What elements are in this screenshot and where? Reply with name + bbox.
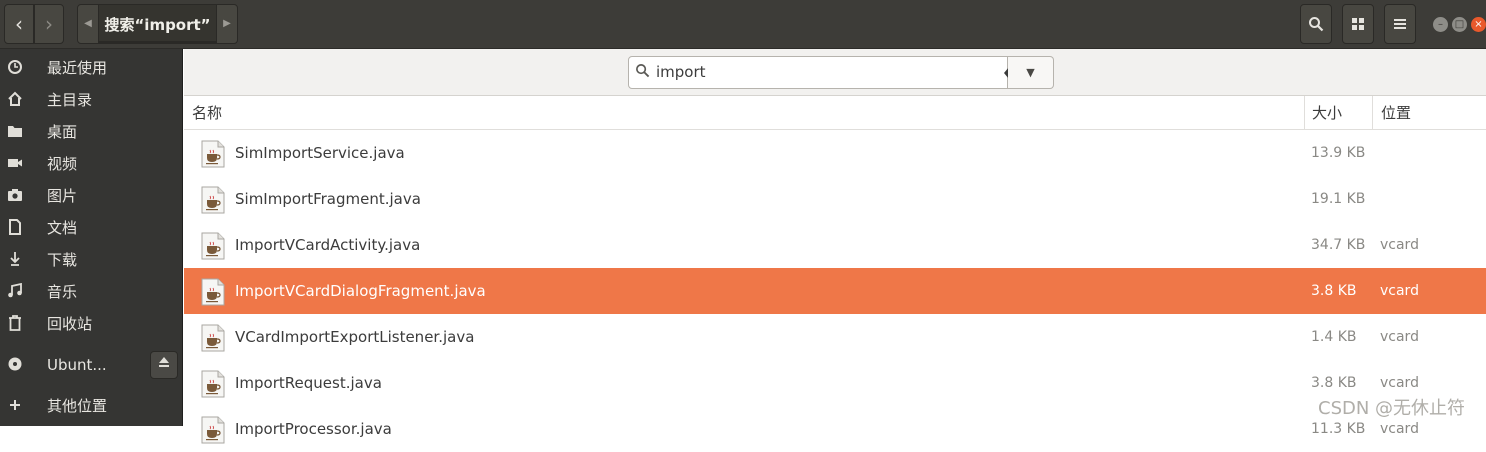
file-name: VCardImportExportListener.java: [235, 328, 475, 346]
file-size: 13.9 KB: [1311, 145, 1366, 161]
sidebar-item-label: 文档: [47, 219, 78, 237]
header-bar: ‹ › ◀ 搜索“import” ▶ – □ ×: [0, 0, 1486, 49]
sidebar-item-label: 其他位置: [47, 397, 108, 415]
sidebar-item-other-locations[interactable]: 其他位置: [0, 390, 183, 422]
sidebar-item-label: 主目录: [47, 91, 93, 109]
java-file-icon: [201, 324, 225, 352]
chevron-right-icon: ›: [45, 12, 53, 36]
file-row[interactable]: ImportVCardDialogFragment.java 3.8 KB vcar…: [184, 268, 1486, 314]
home-icon: [6, 91, 24, 109]
sidebar-item-label: 最近使用: [47, 59, 108, 77]
triangle-right-icon: ▶: [223, 18, 231, 29]
triangle-left-icon: ◀: [84, 18, 92, 29]
download-icon: [6, 251, 24, 269]
search-input[interactable]: import: [628, 56, 1021, 89]
path-scroll-right-button[interactable]: ▶: [216, 4, 238, 44]
java-file-icon: [201, 416, 225, 444]
search-icon: [1309, 17, 1324, 32]
file-row[interactable]: ImportVCardActivity.java 34.7 KB vcard: [184, 222, 1486, 268]
column-header-name[interactable]: 名称: [184, 96, 1304, 130]
sidebar-item-music[interactable]: 音乐: [0, 276, 183, 308]
file-row[interactable]: ImportProcessor.java 11.3 KB vcard: [184, 406, 1486, 452]
file-location: vcard: [1380, 329, 1419, 345]
breadcrumb-search[interactable]: 搜索“import”: [99, 4, 216, 44]
sidebar-item-label: 视频: [47, 155, 78, 173]
sidebar-item-downloads[interactable]: 下载: [0, 244, 183, 276]
close-icon: ×: [1474, 19, 1483, 30]
file-size: 19.1 KB: [1311, 191, 1366, 207]
java-file-icon: [201, 186, 225, 214]
chevron-left-icon: ‹: [15, 12, 23, 36]
java-file-icon: [201, 232, 225, 260]
minimize-icon: –: [1438, 19, 1443, 30]
sidebar-item-home[interactable]: 主目录: [0, 84, 183, 116]
video-icon: [6, 155, 24, 173]
file-name: SimImportService.java: [235, 144, 405, 162]
file-row[interactable]: ImportRequest.java 3.8 KB vcard: [184, 360, 1486, 406]
sidebar-item-videos[interactable]: 视频: [0, 148, 183, 180]
maximize-button[interactable]: □: [1452, 17, 1467, 32]
file-size: 1.4 KB: [1311, 329, 1357, 345]
music-icon: [6, 282, 24, 301]
sidebar-item-trash[interactable]: 回收站: [0, 308, 183, 340]
sidebar-item-label: 图片: [47, 187, 78, 205]
eject-icon: [159, 357, 169, 367]
chevron-down-icon: ▼: [1026, 66, 1035, 79]
file-size: 3.8 KB: [1311, 283, 1357, 299]
sidebar-item-pictures[interactable]: 图片: [0, 180, 183, 212]
java-file-icon: [201, 278, 225, 306]
sidebar: 最近使用 主目录 桌面 视频 图片 文档 下载 音乐 回收站 Ubunt... …: [0, 49, 183, 426]
camera-icon: [6, 187, 24, 205]
grid-view-icon: [1352, 18, 1364, 30]
folder-icon: [6, 123, 24, 141]
disc-icon: [6, 356, 24, 374]
path-scroll-left-button[interactable]: ◀: [77, 4, 99, 44]
sidebar-item-label: 桌面: [47, 123, 78, 141]
search-button[interactable]: [1300, 4, 1332, 44]
file-row[interactable]: SimImportFragment.java 19.1 KB: [184, 176, 1486, 222]
view-toggle-button[interactable]: [1342, 4, 1374, 44]
watermark: CSDN @无休止符: [1318, 398, 1466, 419]
minimize-button[interactable]: –: [1433, 17, 1448, 32]
search-icon: [635, 63, 651, 81]
sidebar-item-recent[interactable]: 最近使用: [0, 52, 183, 84]
file-size: 34.7 KB: [1311, 237, 1366, 253]
document-icon: [6, 219, 24, 237]
java-file-icon: [201, 370, 225, 398]
sidebar-item-label: 音乐: [47, 283, 78, 301]
clock-icon: [6, 59, 24, 77]
column-header-size[interactable]: 大小: [1304, 96, 1372, 130]
java-file-icon: [201, 140, 225, 168]
file-row[interactable]: VCardImportExportListener.java 1.4 KB vcar…: [184, 314, 1486, 360]
file-name: ImportProcessor.java: [235, 420, 392, 438]
plus-icon: [6, 397, 24, 415]
file-row[interactable]: SimImportService.java 13.9 KB: [184, 130, 1486, 176]
sidebar-item-label: Ubunt...: [47, 356, 107, 374]
sidebar-item-documents[interactable]: 文档: [0, 212, 183, 244]
forward-button[interactable]: ›: [34, 4, 64, 44]
sidebar-item-desktop[interactable]: 桌面: [0, 116, 183, 148]
sidebar-item-label: 下载: [47, 251, 78, 269]
menu-button[interactable]: [1384, 4, 1416, 44]
hamburger-menu-icon: [1394, 19, 1406, 29]
sidebar-item-label: 回收站: [47, 315, 93, 333]
close-button[interactable]: ×: [1471, 17, 1486, 32]
eject-button[interactable]: [150, 351, 178, 379]
file-name: ImportVCardDialogFragment.java: [235, 282, 486, 300]
maximize-icon: □: [1454, 19, 1465, 30]
file-name: ImportVCardActivity.java: [235, 236, 421, 254]
search-options-dropdown[interactable]: ▼: [1008, 56, 1054, 89]
back-button[interactable]: ‹: [4, 4, 34, 44]
search-bar: import ▼: [184, 49, 1486, 96]
file-location: vcard: [1380, 237, 1419, 253]
search-input-value: import: [656, 63, 706, 81]
file-view: import ▼ 名称 大小 位置 SimImportService.java 1…: [184, 49, 1486, 452]
column-header-location[interactable]: 位置: [1372, 96, 1486, 130]
file-name: ImportRequest.java: [235, 374, 382, 392]
file-name: SimImportFragment.java: [235, 190, 421, 208]
trash-icon: [6, 315, 24, 333]
file-location: vcard: [1380, 283, 1419, 299]
